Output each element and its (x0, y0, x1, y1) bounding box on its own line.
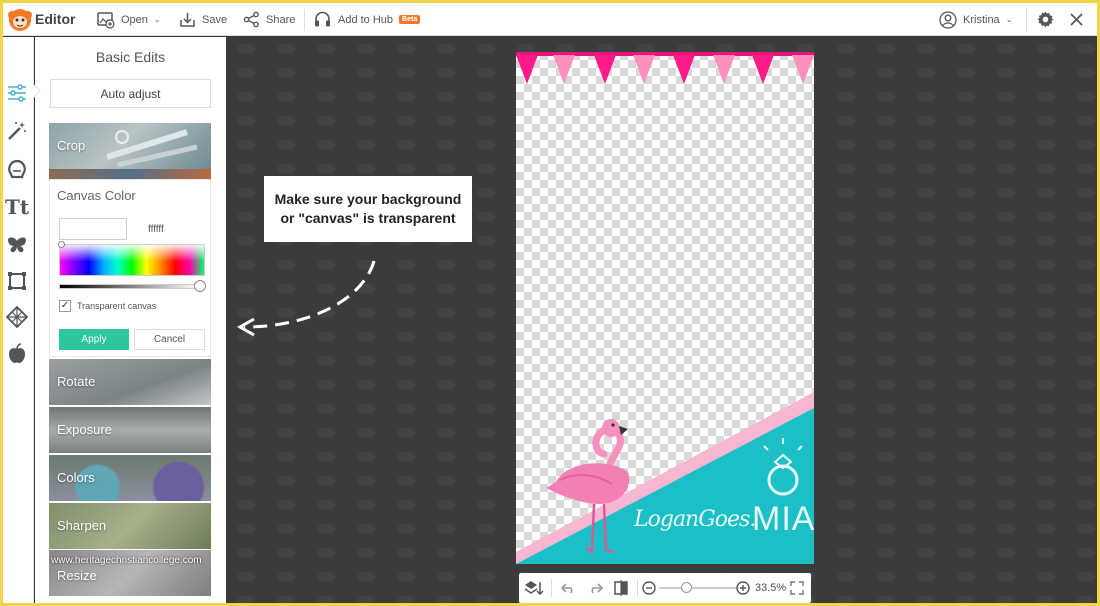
tool-rail: Tt (3, 37, 34, 603)
gear-icon (1037, 11, 1054, 28)
panel-title: Basic Edits (95, 49, 166, 65)
color-swatch-input[interactable] (59, 218, 127, 240)
callout-line-2: or "canvas" is transparent (280, 210, 456, 226)
brightness-slider[interactable] (59, 284, 199, 289)
save-button[interactable]: Save (179, 3, 227, 36)
share-icon (243, 11, 259, 28)
bunting-flag (516, 55, 538, 84)
crop-tile[interactable]: Crop (49, 123, 211, 169)
chevron-down-icon: ⌄ (153, 15, 161, 24)
text-tool-icon[interactable]: Tt (5, 195, 29, 219)
close-button[interactable] (1069, 3, 1084, 36)
zoom-out-icon[interactable] (639, 578, 659, 598)
apple-themes-icon[interactable] (5, 341, 29, 365)
spectrum-handle[interactable] (58, 241, 65, 248)
close-icon (1070, 13, 1083, 26)
hex-value: ffffff (148, 224, 164, 235)
user-menu-button[interactable]: Kristina ⌄ (939, 3, 1012, 36)
design-text-logan: LoganGoes. (634, 507, 756, 532)
canvas-workspace: Make sure your background or "canvas" is… (226, 37, 1097, 603)
zoom-value: 33.5% (755, 582, 787, 594)
toolbar-divider (304, 9, 305, 31)
basic-edits-panel: Basic Edits Auto adjust Crop Canvas Colo… (33, 37, 226, 603)
transparent-canvas-checkbox[interactable]: ✓ (59, 300, 71, 312)
rotate-tile[interactable]: Rotate (49, 359, 211, 405)
design-text-mia: MIA (752, 500, 814, 538)
compare-icon[interactable] (611, 578, 631, 598)
panel-pointer-arrow (33, 84, 41, 98)
fullscreen-icon[interactable] (787, 578, 807, 598)
canvas-color-title: Canvas Color (57, 188, 136, 203)
scissors-image (107, 129, 197, 167)
bunting-flag (752, 55, 774, 84)
user-avatar-icon (939, 10, 957, 29)
canvas-color-editor: Canvas Color ffffff ✓ Transparent canvas… (49, 179, 211, 357)
picmonkey-logo-icon (7, 7, 33, 33)
colors-tile[interactable]: Colors (49, 455, 211, 501)
exposure-label: Exposure (57, 422, 112, 437)
bunting-flag (673, 55, 695, 84)
cancel-button[interactable]: Cancel (134, 329, 205, 350)
bunting-flag (633, 55, 655, 84)
bunting-flag (553, 55, 575, 84)
tile-strip (49, 169, 211, 179)
brightness-slider-handle[interactable] (194, 280, 206, 292)
exposure-tile[interactable]: Exposure (49, 407, 211, 453)
top-toolbar: Editor Open ⌄ Save Share Add to Hub Beta… (3, 3, 1097, 36)
basic-edits-sliders-icon[interactable] (5, 81, 29, 105)
sharpen-label: Sharpen (57, 518, 107, 533)
headphones-icon (315, 11, 330, 27)
open-button[interactable]: Open ⌄ (97, 3, 161, 36)
color-spectrum-picker[interactable] (59, 244, 205, 276)
toolbar-divider (1026, 9, 1027, 31)
design-canvas[interactable]: LoganGoes. MIA (516, 52, 814, 564)
bunting-flag (594, 55, 616, 84)
bunting-flag (713, 55, 735, 84)
zoom-toolbar: 33.5% (519, 573, 811, 603)
colors-label: Colors (57, 470, 95, 485)
settings-button[interactable] (1036, 3, 1055, 36)
zoom-slider[interactable] (659, 587, 739, 589)
zoom-in-icon[interactable] (733, 578, 753, 598)
sharpen-tile[interactable]: Sharpen (49, 503, 211, 549)
crop-label: Crop (57, 138, 86, 153)
layers-icon[interactable] (524, 578, 544, 598)
zoom-slider-handle[interactable] (681, 582, 692, 593)
add-to-hub-button[interactable]: Add to Hub Beta (313, 3, 421, 36)
chevron-down-icon: ⌄ (1005, 15, 1013, 24)
zoombar-divider (637, 579, 638, 597)
frame-icon[interactable] (5, 269, 29, 293)
butterfly-overlays-icon[interactable] (5, 233, 29, 257)
redo-icon[interactable] (585, 578, 605, 598)
callout-line-1: Make sure your background (274, 191, 462, 207)
instruction-callout: Make sure your background or "canvas" is… (264, 176, 472, 242)
share-label: Share (266, 13, 296, 26)
bunting-flag (792, 55, 814, 84)
open-image-icon (97, 11, 115, 29)
save-label: Save (202, 13, 228, 26)
textures-icon[interactable] (5, 305, 29, 329)
rotate-label: Rotate (57, 374, 96, 389)
watermark-text: www.heritagechristiancollege.com (51, 555, 202, 566)
app-title: Editor (35, 11, 76, 27)
user-name: Kristina (963, 13, 1000, 26)
touch-up-lips-icon[interactable] (5, 157, 29, 181)
zoombar-divider (551, 579, 552, 597)
transparent-canvas-label: Transparent canvas (77, 301, 157, 311)
save-icon (180, 13, 195, 27)
apply-button[interactable]: Apply (59, 329, 129, 350)
resize-label: Resize (57, 568, 97, 583)
auto-adjust-button[interactable]: Auto adjust (50, 79, 211, 108)
magic-wand-icon[interactable] (5, 119, 29, 143)
add-to-hub-label: Add to Hub (338, 13, 394, 26)
open-label: Open (121, 13, 148, 26)
share-button[interactable]: Share (243, 3, 295, 36)
undo-icon[interactable] (559, 578, 579, 598)
app-frame: Editor Open ⌄ Save Share Add to Hub Beta… (3, 3, 1097, 603)
beta-badge: Beta (399, 15, 421, 24)
design-artwork (516, 52, 814, 564)
dashed-arrow-icon (236, 260, 376, 337)
